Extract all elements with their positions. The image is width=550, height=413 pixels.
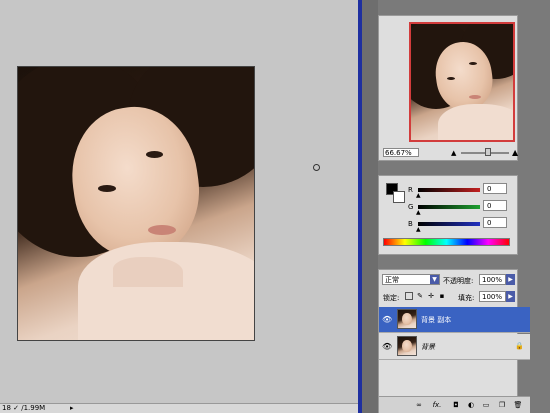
brush-cursor-icon	[313, 164, 320, 171]
link-layers-icon[interactable]: ∞	[414, 400, 424, 410]
channel-r-label: R	[408, 186, 413, 194]
zoom-out-icon[interactable]: ▲	[451, 149, 456, 157]
layer-thumbnail	[397, 309, 417, 329]
background-color-swatch[interactable]	[393, 191, 405, 203]
opacity-field[interactable]: 100%	[479, 274, 506, 285]
layer-style-fx-icon[interactable]: fx.	[432, 400, 442, 410]
channel-g-label: G	[408, 203, 414, 211]
eye-visibility-icon[interactable]: 👁	[382, 315, 392, 324]
fill-field[interactable]: 100%	[479, 291, 506, 302]
adjustment-layer-icon[interactable]: ◐	[466, 400, 476, 410]
status-zoom-readout: 18 ✓ /1.99M	[2, 404, 46, 412]
channel-b-slider[interactable]	[418, 222, 480, 226]
color-spectrum-bar[interactable]	[383, 238, 510, 246]
lock-transparent-icon[interactable]	[405, 292, 413, 300]
panel-gutter	[362, 0, 378, 413]
lock-position-move-icon[interactable]: ✛	[427, 292, 435, 300]
navigator-zoom-field[interactable]: 66.67%	[383, 148, 419, 157]
new-layer-icon[interactable]: ❐	[497, 400, 507, 410]
channel-g-value[interactable]: 0	[483, 200, 507, 211]
eye-visibility-icon[interactable]: 👁	[382, 342, 392, 351]
fill-arrow-icon[interactable]: ▶	[506, 291, 515, 302]
channel-r-slider[interactable]	[418, 188, 480, 192]
lock-label: 锁定:	[383, 294, 400, 302]
channel-b-slider-handle[interactable]: ▲	[416, 226, 421, 233]
lock-image-brush-icon[interactable]: ✎	[416, 292, 424, 300]
zoom-in-icon[interactable]: ▲	[512, 148, 518, 157]
document-image[interactable]	[17, 66, 255, 341]
opacity-arrow-icon[interactable]: ▶	[506, 274, 515, 285]
navigator-thumbnail[interactable]	[409, 22, 515, 142]
channel-g-slider-handle[interactable]: ▲	[416, 209, 421, 216]
channel-r-slider-handle[interactable]: ▲	[416, 192, 421, 199]
fill-label: 填充:	[458, 294, 475, 302]
channel-b-label: B	[408, 220, 413, 228]
layer-name: 背景	[421, 343, 435, 351]
add-mask-icon[interactable]: ◘	[451, 400, 461, 410]
opacity-label: 不透明度:	[443, 277, 474, 285]
lock-icon: 🔒	[515, 342, 524, 350]
chevron-down-icon[interactable]: ▼	[430, 275, 439, 284]
panel-dock-edge	[530, 0, 550, 413]
layer-thumbnail	[397, 336, 417, 356]
navigator-preview-photo	[411, 24, 513, 140]
navigator-zoom-slider-handle[interactable]	[485, 148, 491, 156]
channel-b-value[interactable]: 0	[483, 217, 507, 228]
portrait-photo	[18, 67, 254, 340]
lock-all-icon[interactable]: ▪	[438, 292, 446, 300]
status-bar	[0, 403, 358, 413]
status-menu-arrow-icon[interactable]: ▸	[70, 404, 78, 412]
channel-r-value[interactable]: 0	[483, 183, 507, 194]
layer-name: 背景 副本	[421, 316, 452, 324]
layer-row-background[interactable]: 👁 背景 🔒	[379, 334, 530, 360]
trash-delete-icon[interactable]: 🗑	[513, 400, 523, 410]
new-group-folder-icon[interactable]: ▭	[481, 400, 491, 410]
layer-row-background-copy[interactable]: 👁 背景 副本	[379, 307, 530, 333]
channel-g-slider[interactable]	[418, 205, 480, 209]
